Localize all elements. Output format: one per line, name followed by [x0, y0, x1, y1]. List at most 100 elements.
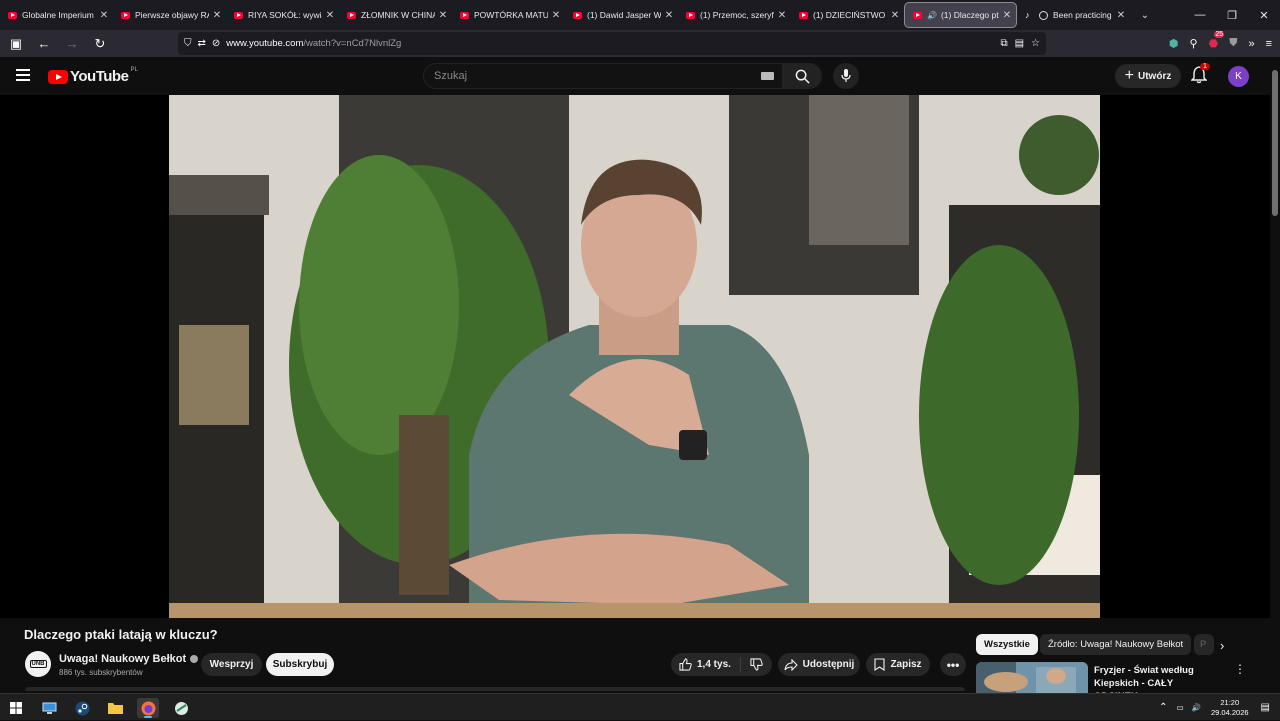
close-icon[interactable]: ✕ [325, 10, 335, 21]
this-pc-icon[interactable] [38, 698, 60, 718]
browser-tab[interactable]: (1) Przemoc, szeryfo ✕ [678, 2, 791, 28]
picture-in-picture-icon[interactable]: ⧉ [1000, 38, 1007, 49]
like-dislike-group: 1,4 tys. [671, 653, 772, 676]
chip-source[interactable]: Źródło: Uwaga! Naukowy Bełkot [1040, 634, 1192, 655]
keyboard-icon[interactable] [761, 72, 774, 80]
close-icon[interactable]: ✕ [212, 10, 222, 21]
tab-label: Been practicing a [1053, 10, 1113, 20]
share-label: Udostępnij [802, 659, 855, 670]
browser-tab[interactable]: RIYA SOKÓŁ: wywiad✕ [226, 2, 339, 28]
network-icon[interactable]: ▭ [1177, 703, 1184, 712]
voice-search-button[interactable] [833, 63, 859, 89]
permissions-icon[interactable]: ⇄ [198, 38, 206, 49]
like-count: 1,4 tys. [697, 659, 731, 670]
notification-center-icon[interactable]: ▤ [1261, 702, 1270, 713]
create-label: Utwórz [1138, 70, 1172, 82]
tab-label: POWTÓRKA MATURAL [474, 10, 548, 20]
close-icon[interactable]: ✕ [664, 10, 674, 21]
subscriber-count: 886 tys. subskrybentów [59, 668, 143, 677]
youtube-icon [686, 11, 695, 19]
chip-partial[interactable]: P [1194, 634, 1214, 655]
close-window-icon[interactable]: ✕ [1248, 0, 1280, 30]
youtube-icon [347, 11, 356, 19]
reload-icon[interactable]: ↻ [88, 32, 112, 56]
video-player[interactable] [0, 95, 1270, 618]
share-icon [784, 658, 798, 671]
tab-label: (1) DZIECIŃSTWO NA [813, 10, 887, 20]
close-icon[interactable]: ✕ [438, 10, 448, 21]
steam-icon[interactable] [71, 698, 93, 718]
recommendation-thumbnail[interactable] [976, 662, 1088, 693]
scrollbar-thumb[interactable] [1272, 70, 1278, 216]
close-icon[interactable]: ✕ [1002, 10, 1012, 21]
chevron-right-icon[interactable]: › [1220, 638, 1224, 653]
description-box[interactable] [25, 687, 965, 691]
browser-tab-active[interactable]: 🔊(1) Dlaczego ptak✕ [904, 2, 1017, 28]
close-icon[interactable]: ✕ [1116, 10, 1126, 21]
overflow-chevron-icon[interactable]: » [1248, 38, 1254, 50]
close-icon[interactable]: ✕ [551, 10, 561, 21]
subscribe-button[interactable]: Subskrybuj [266, 653, 334, 676]
more-icon: ••• [946, 657, 960, 672]
browser-tab[interactable]: (1) Dawid Jasper WIZ ✕ [565, 2, 678, 28]
channel-avatar[interactable]: UNB [25, 651, 51, 677]
url-text[interactable]: www.youtube.com/watch?v=nCd7NlvnlZg [226, 38, 401, 49]
globe-icon [1039, 10, 1048, 20]
close-icon[interactable]: ✕ [890, 10, 900, 21]
vpn-extension-icon[interactable]: ⬢ [1169, 37, 1179, 50]
support-button[interactable]: Wesprzyj [201, 653, 262, 676]
account-avatar[interactable]: K [1228, 66, 1249, 87]
youtube-icon [234, 11, 243, 19]
windows-taskbar: ⌃ ▭ 🔊 21:20 29.04.2026 ▤ [0, 693, 1280, 720]
close-icon[interactable]: ✕ [777, 10, 787, 21]
extensions-puzzle-icon[interactable]: ⚲ [1190, 37, 1198, 50]
page-info-icon[interactable]: ⊘ [212, 38, 220, 49]
more-actions-button[interactable]: ••• [940, 653, 966, 676]
notifications-button[interactable]: 1 [1190, 63, 1210, 86]
create-button[interactable]: + Utwórz [1115, 64, 1181, 88]
clock[interactable]: 21:20 29.04.2026 [1211, 698, 1249, 718]
like-button[interactable]: 1,4 tys. [671, 657, 741, 672]
forward-arrow-icon[interactable]: → [60, 32, 84, 56]
sidebar-toggle-icon[interactable]: ▣ [4, 32, 28, 56]
firefox-icon[interactable] [137, 698, 159, 718]
youtube-icon [573, 11, 582, 19]
youtube-logo[interactable]: YouTube PL [48, 67, 138, 85]
app-menu-icon[interactable]: ≡ [1266, 38, 1272, 50]
back-arrow-icon[interactable]: ← [32, 32, 56, 56]
file-explorer-icon[interactable] [104, 698, 126, 718]
restore-icon[interactable]: ❐ [1216, 0, 1248, 30]
shield-extension-icon[interactable]: ⛊ [1229, 37, 1237, 50]
browser-tab[interactable]: POWTÓRKA MATURAL✕ [452, 2, 565, 28]
browser-tab-strip: Globalne Imperium E✕ Pierwsze objawy RAK… [0, 0, 1280, 30]
video-frame[interactable] [169, 95, 1100, 618]
volume-icon[interactable]: 🔊 [1192, 703, 1201, 712]
share-button[interactable]: Udostępnij [778, 653, 860, 676]
tray-chevron-up-icon[interactable]: ⌃ [1159, 702, 1167, 713]
adblock-extension-icon[interactable]: ⬣ 25 [1209, 31, 1225, 50]
save-button[interactable]: Zapisz [866, 653, 930, 676]
browser-tab[interactable]: Globalne Imperium E ✕ [0, 2, 113, 28]
windows-start-icon[interactable] [5, 698, 27, 718]
bookmark-star-icon[interactable]: ☆ [1031, 38, 1040, 49]
search-button[interactable] [782, 63, 822, 89]
reader-view-icon[interactable]: ▤ [1015, 38, 1024, 49]
tab-list-chevron-icon[interactable]: ⌄ [1130, 10, 1160, 21]
close-icon[interactable]: ✕ [99, 10, 109, 21]
browser-tab[interactable]: ♪ Been practicing a ✕ [1017, 2, 1130, 28]
chip-all[interactable]: Wszystkie [976, 634, 1038, 655]
shield-icon[interactable]: ⛉ [184, 38, 192, 49]
hamburger-menu-icon[interactable] [16, 69, 30, 81]
recommendation-menu-icon[interactable]: ⋮ [1234, 662, 1246, 676]
search-input[interactable]: Szukaj [423, 63, 783, 89]
address-bar[interactable]: ⛉ ⇄ ⊘ www.youtube.com/watch?v=nCd7NlvnlZ… [178, 32, 1046, 55]
minimize-icon[interactable]: — [1184, 0, 1216, 30]
browser-tab[interactable]: ZŁOMNIK W CHINACH✕ [339, 2, 452, 28]
app-icon[interactable] [170, 698, 192, 718]
speaker-icon[interactable]: 🔊 [927, 11, 937, 20]
browser-tab[interactable]: (1) DZIECIŃSTWO NA✕ [791, 2, 904, 28]
channel-name-link[interactable]: Uwaga! Naukowy Bełkot [59, 653, 199, 665]
thumbnail-image [976, 662, 1088, 693]
dislike-button[interactable] [741, 658, 772, 671]
browser-tab[interactable]: Pierwsze objawy RAK✕ [113, 2, 226, 28]
